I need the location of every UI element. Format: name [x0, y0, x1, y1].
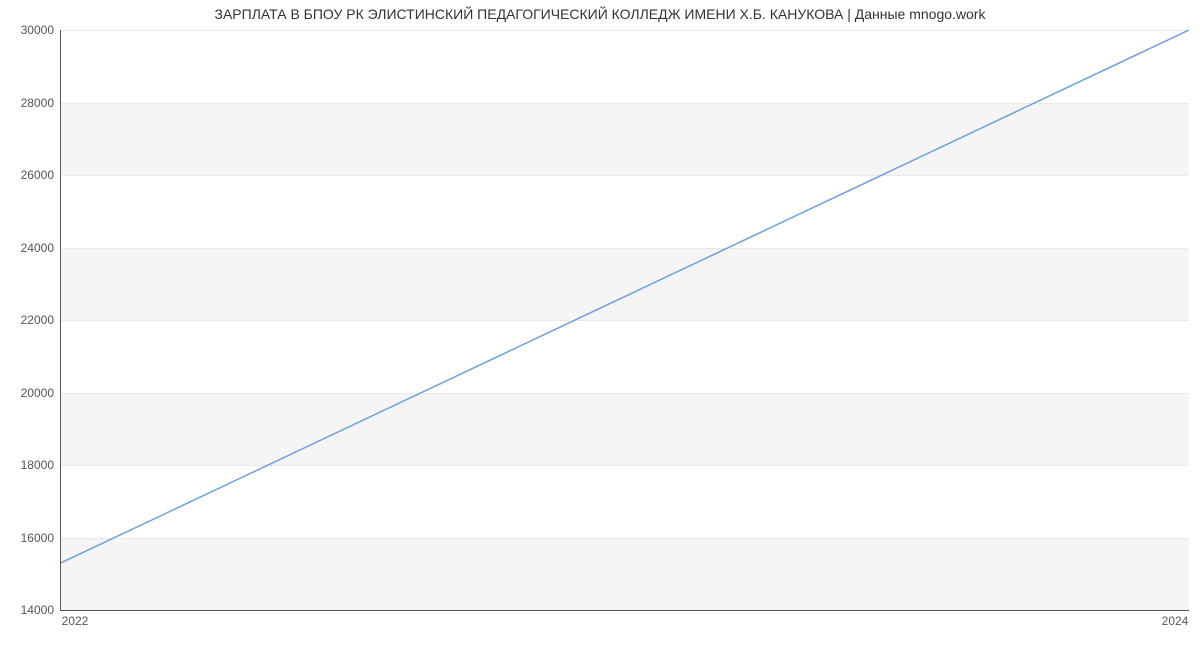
y-tick-label: 22000 — [4, 313, 54, 327]
y-tick-label: 14000 — [4, 603, 54, 617]
x-tick-label: 2022 — [62, 614, 89, 628]
x-tick-label: 2024 — [1162, 614, 1189, 628]
y-tick-label: 30000 — [4, 23, 54, 37]
y-tick-label: 28000 — [4, 96, 54, 110]
chart-title: ЗАРПЛАТА В БПОУ РК ЭЛИСТИНСКИЙ ПЕДАГОГИЧ… — [0, 6, 1200, 22]
y-tick-label: 20000 — [4, 386, 54, 400]
y-tick-label: 16000 — [4, 531, 54, 545]
y-tick-label: 26000 — [4, 168, 54, 182]
y-tick-label: 18000 — [4, 458, 54, 472]
y-tick-label: 24000 — [4, 241, 54, 255]
plot-area — [60, 30, 1189, 611]
line-series — [61, 30, 1189, 610]
chart-container: ЗАРПЛАТА В БПОУ РК ЭЛИСТИНСКИЙ ПЕДАГОГИЧ… — [0, 0, 1200, 650]
